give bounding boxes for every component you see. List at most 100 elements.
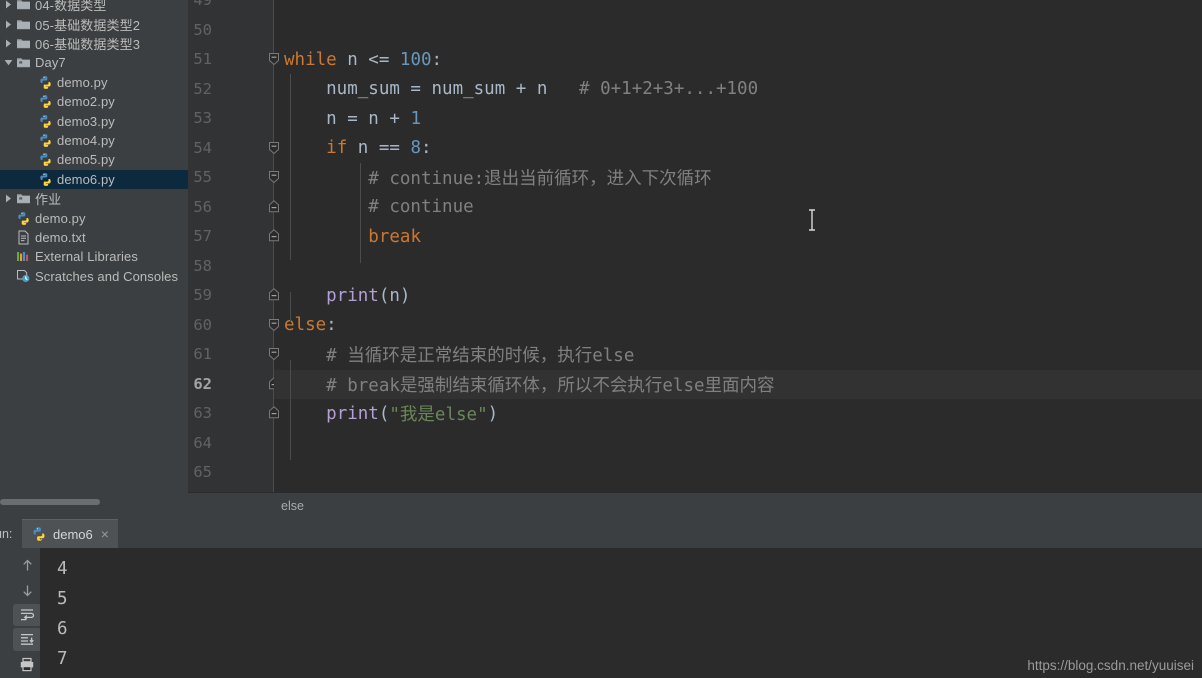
line-number: 58 <box>193 256 212 275</box>
editor-gutter[interactable]: 49 50 51 52 53 54 55 56 57 58 59 60 61 62 63 64 65 <box>188 0 279 492</box>
tree-item-label: 06-基础数据类型3 <box>35 36 141 52</box>
scroll-to-end-icon[interactable] <box>13 628 41 652</box>
tree-item-demo4-py[interactable]: demo4.py <box>0 131 188 150</box>
code-line[interactable] <box>274 0 1202 16</box>
line-number: 65 <box>193 463 212 481</box>
code-line[interactable]: num_sum = num_sum + n # 0+1+2+3+...+100 <box>274 75 1202 105</box>
chevron-right-icon[interactable] <box>2 194 15 203</box>
folder-icon <box>15 37 32 50</box>
tree-item-label: demo3.py <box>57 113 115 129</box>
close-icon[interactable]: × <box>101 527 109 541</box>
code-token: 100 <box>399 49 432 70</box>
chevron-down-icon[interactable] <box>2 58 15 67</box>
folder-open-icon <box>15 192 32 205</box>
chevron-right-icon[interactable] <box>2 20 15 29</box>
tree-item-[interactable]: 作业 <box>0 189 188 208</box>
tree-item-demo-py[interactable]: demo.py <box>0 208 188 227</box>
tree-item-label: demo.py <box>57 74 108 90</box>
code-line[interactable]: # break是强制结束循环体，所以不会执行else里面内容 <box>274 369 1202 399</box>
code-token: 1 <box>410 108 421 129</box>
tree-item-label: Day7 <box>35 55 66 71</box>
tree-item-label: demo2.py <box>57 94 115 110</box>
code-token: break <box>368 226 421 247</box>
code-line[interactable]: # continue:退出当前循环，进入下次循环 <box>274 163 1202 193</box>
python-file-icon <box>15 211 32 226</box>
python-file-icon <box>37 75 54 90</box>
code-token: # 当循环是正常结束的时候，执行else <box>284 346 635 367</box>
python-file-icon <box>33 527 45 541</box>
tree-item-scratches-and-consoles[interactable]: Scratches and Consoles <box>0 267 188 286</box>
code-editor[interactable]: 49 50 51 52 53 54 55 56 57 58 59 60 61 62 63 64 65 while… <box>188 0 1202 492</box>
code-token: : <box>431 49 443 70</box>
code-line[interactable]: print (n) <box>274 281 1202 311</box>
indent-guide <box>290 292 291 322</box>
code-token: : <box>326 315 337 336</box>
code-line[interactable] <box>274 458 1202 488</box>
line-number: 64 <box>193 433 212 452</box>
sidebar-scrollbar-thumb[interactable] <box>0 499 100 505</box>
breadcrumb[interactable]: else <box>281 499 304 513</box>
line-number: 52 <box>193 79 212 98</box>
tree-item-06-3[interactable]: 06-基础数据类型3 <box>0 34 188 53</box>
tree-item-demo5-py[interactable]: demo5.py <box>0 150 188 169</box>
tree-item-demo6-py[interactable]: demo6.py <box>0 169 188 189</box>
tree-item-demo2-py[interactable]: demo2.py <box>0 92 188 111</box>
tree-item-04[interactable]: 04-数据类型 <box>0 0 188 14</box>
tree-item-day7[interactable]: Day7 <box>0 53 188 72</box>
code-line[interactable]: break <box>274 222 1202 252</box>
soft-wrap-icon[interactable] <box>13 603 41 627</box>
tree-item-demo-py[interactable]: demo.py <box>0 73 188 92</box>
python-file-icon <box>37 152 54 167</box>
python-file-icon <box>37 172 54 187</box>
folder-icon <box>15 18 32 31</box>
tree-item-external-libraries[interactable]: External Libraries <box>0 247 188 266</box>
line-number: 56 <box>193 197 212 216</box>
print-icon[interactable] <box>13 653 41 676</box>
code-token: "我是else" <box>389 405 488 426</box>
line-number: 61 <box>193 345 212 363</box>
code-line[interactable]: print("我是else") <box>274 399 1202 429</box>
code-token: print <box>326 285 379 306</box>
watermark-text: https://blog.csdn.net/yuuisei <box>1027 658 1194 673</box>
run-tab-demo6[interactable]: demo6 × <box>22 519 118 548</box>
code-token: while <box>284 49 337 70</box>
line-number: 49 <box>193 0 212 9</box>
sidebar-horizontal-scrollbar[interactable] <box>0 498 188 506</box>
tree-item-label: 作业 <box>35 192 62 208</box>
tree-item-label: 04-数据类型 <box>35 0 107 14</box>
code-line[interactable] <box>274 16 1202 46</box>
chevron-right-icon[interactable] <box>2 0 15 9</box>
code-text-area[interactable]: while n <= 100: num_sum = num_sum + n # … <box>274 0 1202 492</box>
code-line[interactable]: if n == 8: <box>274 134 1202 164</box>
down-arrow-icon[interactable] <box>13 579 41 602</box>
code-token: print <box>326 403 379 424</box>
tree-item-label: demo4.py <box>57 132 115 148</box>
tree-item-demo-txt[interactable]: demo.txt <box>0 228 188 247</box>
tree-item-demo3-py[interactable]: demo3.py <box>0 111 188 130</box>
code-line[interactable]: # 当循环是正常结束的时候，执行else <box>274 340 1202 370</box>
code-line[interactable]: else: <box>274 311 1202 341</box>
line-number: 54 <box>193 138 212 157</box>
python-file-icon <box>37 133 54 148</box>
tree-item-label: demo.txt <box>35 229 86 245</box>
code-line[interactable] <box>274 429 1202 459</box>
code-line[interactable]: n = n + 1 <box>274 104 1202 134</box>
code-token: # break是强制结束循环体，所以不会执行else里面内容 <box>284 375 775 396</box>
code-line[interactable]: # continue <box>274 193 1202 223</box>
python-file-icon <box>37 114 54 129</box>
code-token: ( <box>378 403 390 424</box>
indent-guide <box>360 163 361 263</box>
line-number: 55 <box>193 168 212 186</box>
code-line[interactable] <box>274 252 1202 282</box>
tree-item-label: demo6.py <box>57 171 115 187</box>
up-arrow-icon[interactable] <box>13 554 41 577</box>
text-cursor-icon <box>809 209 815 231</box>
breadcrumb-bar[interactable]: else <box>188 492 1202 519</box>
tree-item-05-2[interactable]: 05-基础数据类型2 <box>0 14 188 33</box>
code-line[interactable]: while n <= 100: <box>274 45 1202 75</box>
pycharm-window: 04-数据类型 05-基础数据类型2 06-基础数据类型3 Day7 demo.py de… <box>0 0 1202 678</box>
line-number: 53 <box>193 109 212 127</box>
project-tree-panel[interactable]: 04-数据类型 05-基础数据类型2 06-基础数据类型3 Day7 demo.py de… <box>0 0 188 498</box>
chevron-right-icon[interactable] <box>2 39 15 48</box>
